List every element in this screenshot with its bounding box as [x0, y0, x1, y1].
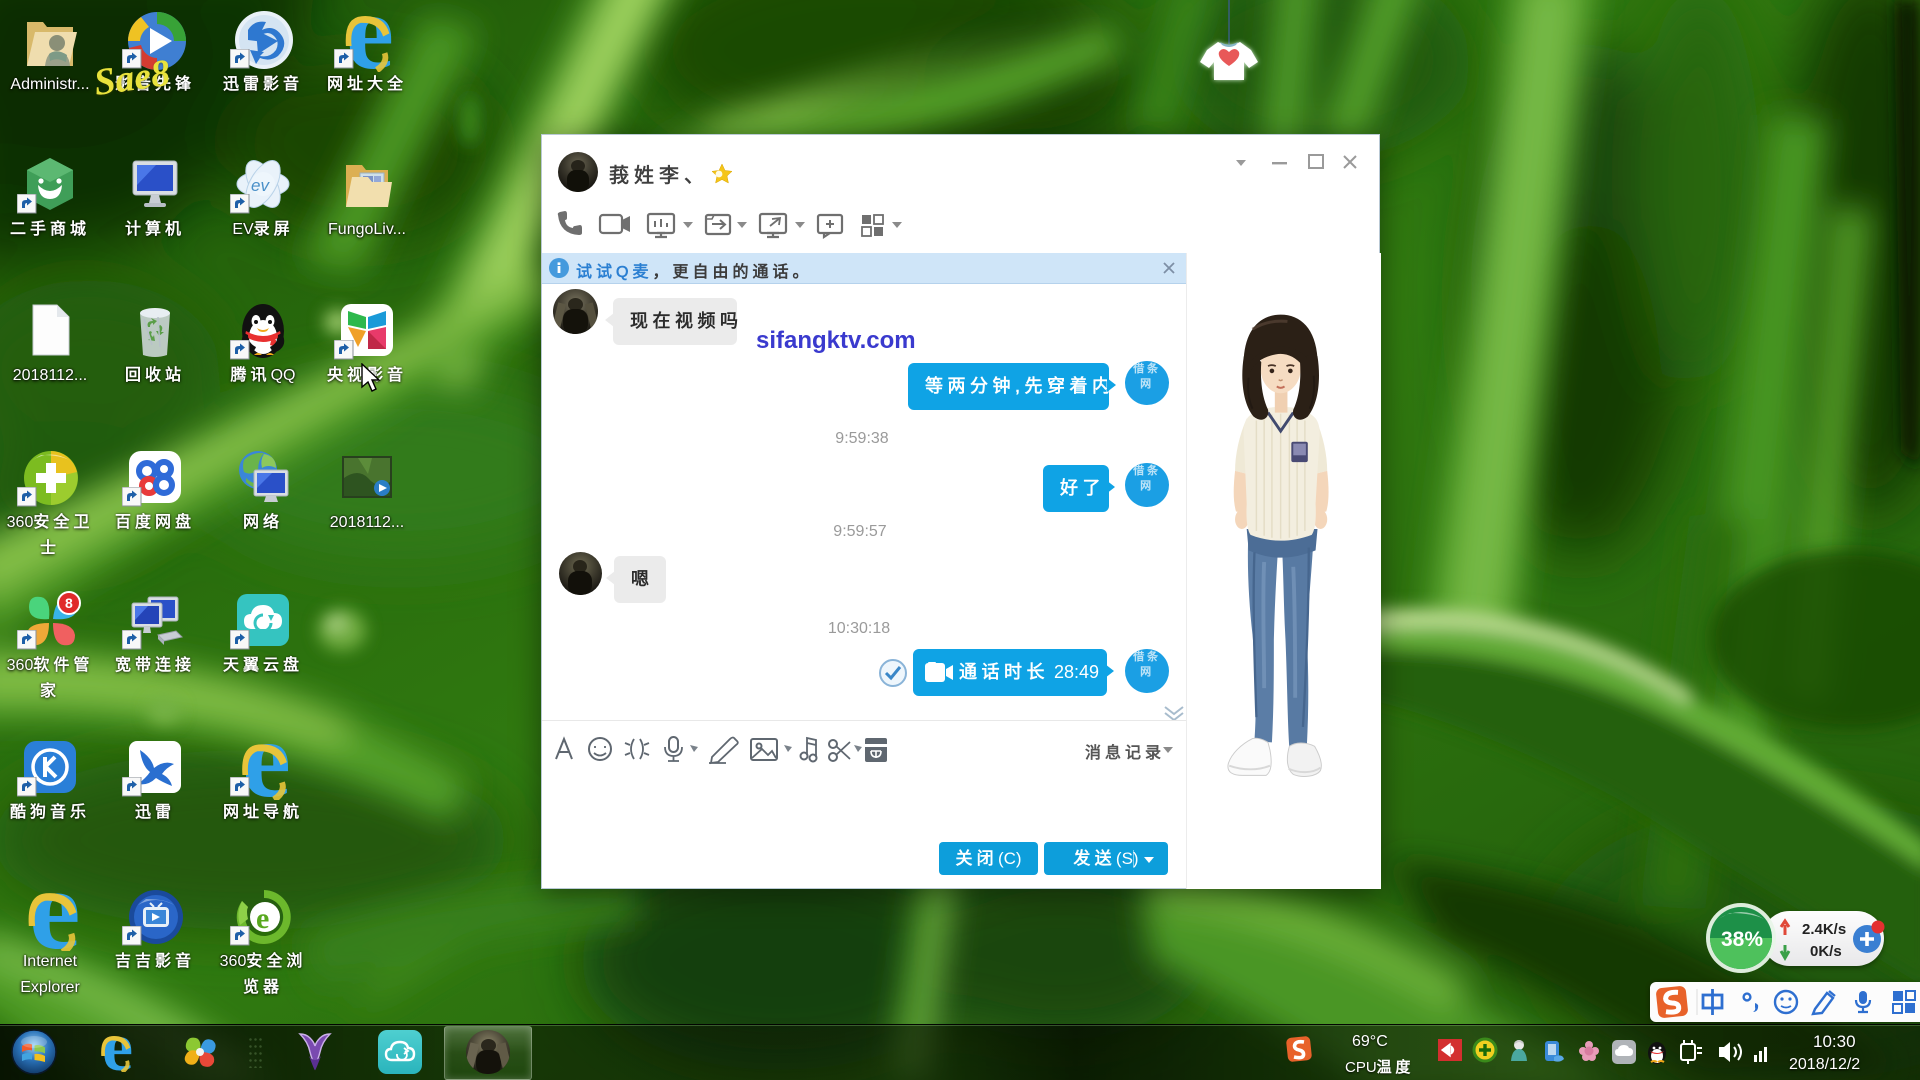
svg-text:ev: ev — [251, 176, 270, 195]
svg-text:e: e — [256, 902, 269, 935]
svg-text:2.4K/s: 2.4K/s — [1802, 921, 1846, 938]
svg-text:8: 8 — [65, 595, 73, 611]
svg-text:0K/s: 0K/s — [1810, 943, 1842, 960]
svg-text:38%: 38% — [1721, 928, 1763, 951]
